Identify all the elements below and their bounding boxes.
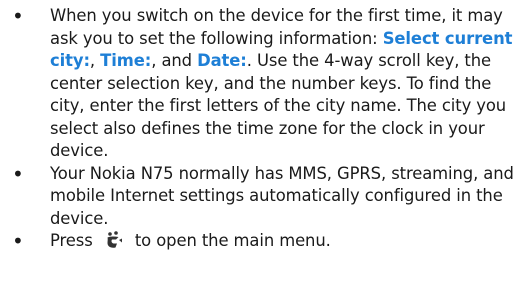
menu-key-icon <box>107 231 122 248</box>
separator-text: , <box>89 51 101 70</box>
date-term: Date: <box>197 51 247 70</box>
list-item-first-switch-on: • When you switch on the device for the … <box>10 5 514 163</box>
document-page: • When you switch on the device for the … <box>0 0 520 298</box>
open-main-menu-text: to open the main menu. <box>129 231 331 250</box>
bullet-dot: • <box>12 229 24 253</box>
separator-text: , and <box>151 51 198 70</box>
time-term: Time: <box>100 51 152 70</box>
list-item-settings-configured: • Your Nokia N75 normally has MMS, GPRS,… <box>10 163 514 231</box>
list-item-main-menu: • Press to open the main menu. <box>10 230 514 253</box>
bullet-list: • When you switch on the device for the … <box>10 5 514 253</box>
bullet-dot: • <box>12 161 24 186</box>
press-text: Press <box>50 231 98 250</box>
settings-configured-text: Your Nokia N75 normally has MMS, GPRS, s… <box>50 163 514 228</box>
bullet-dot: • <box>12 4 24 28</box>
